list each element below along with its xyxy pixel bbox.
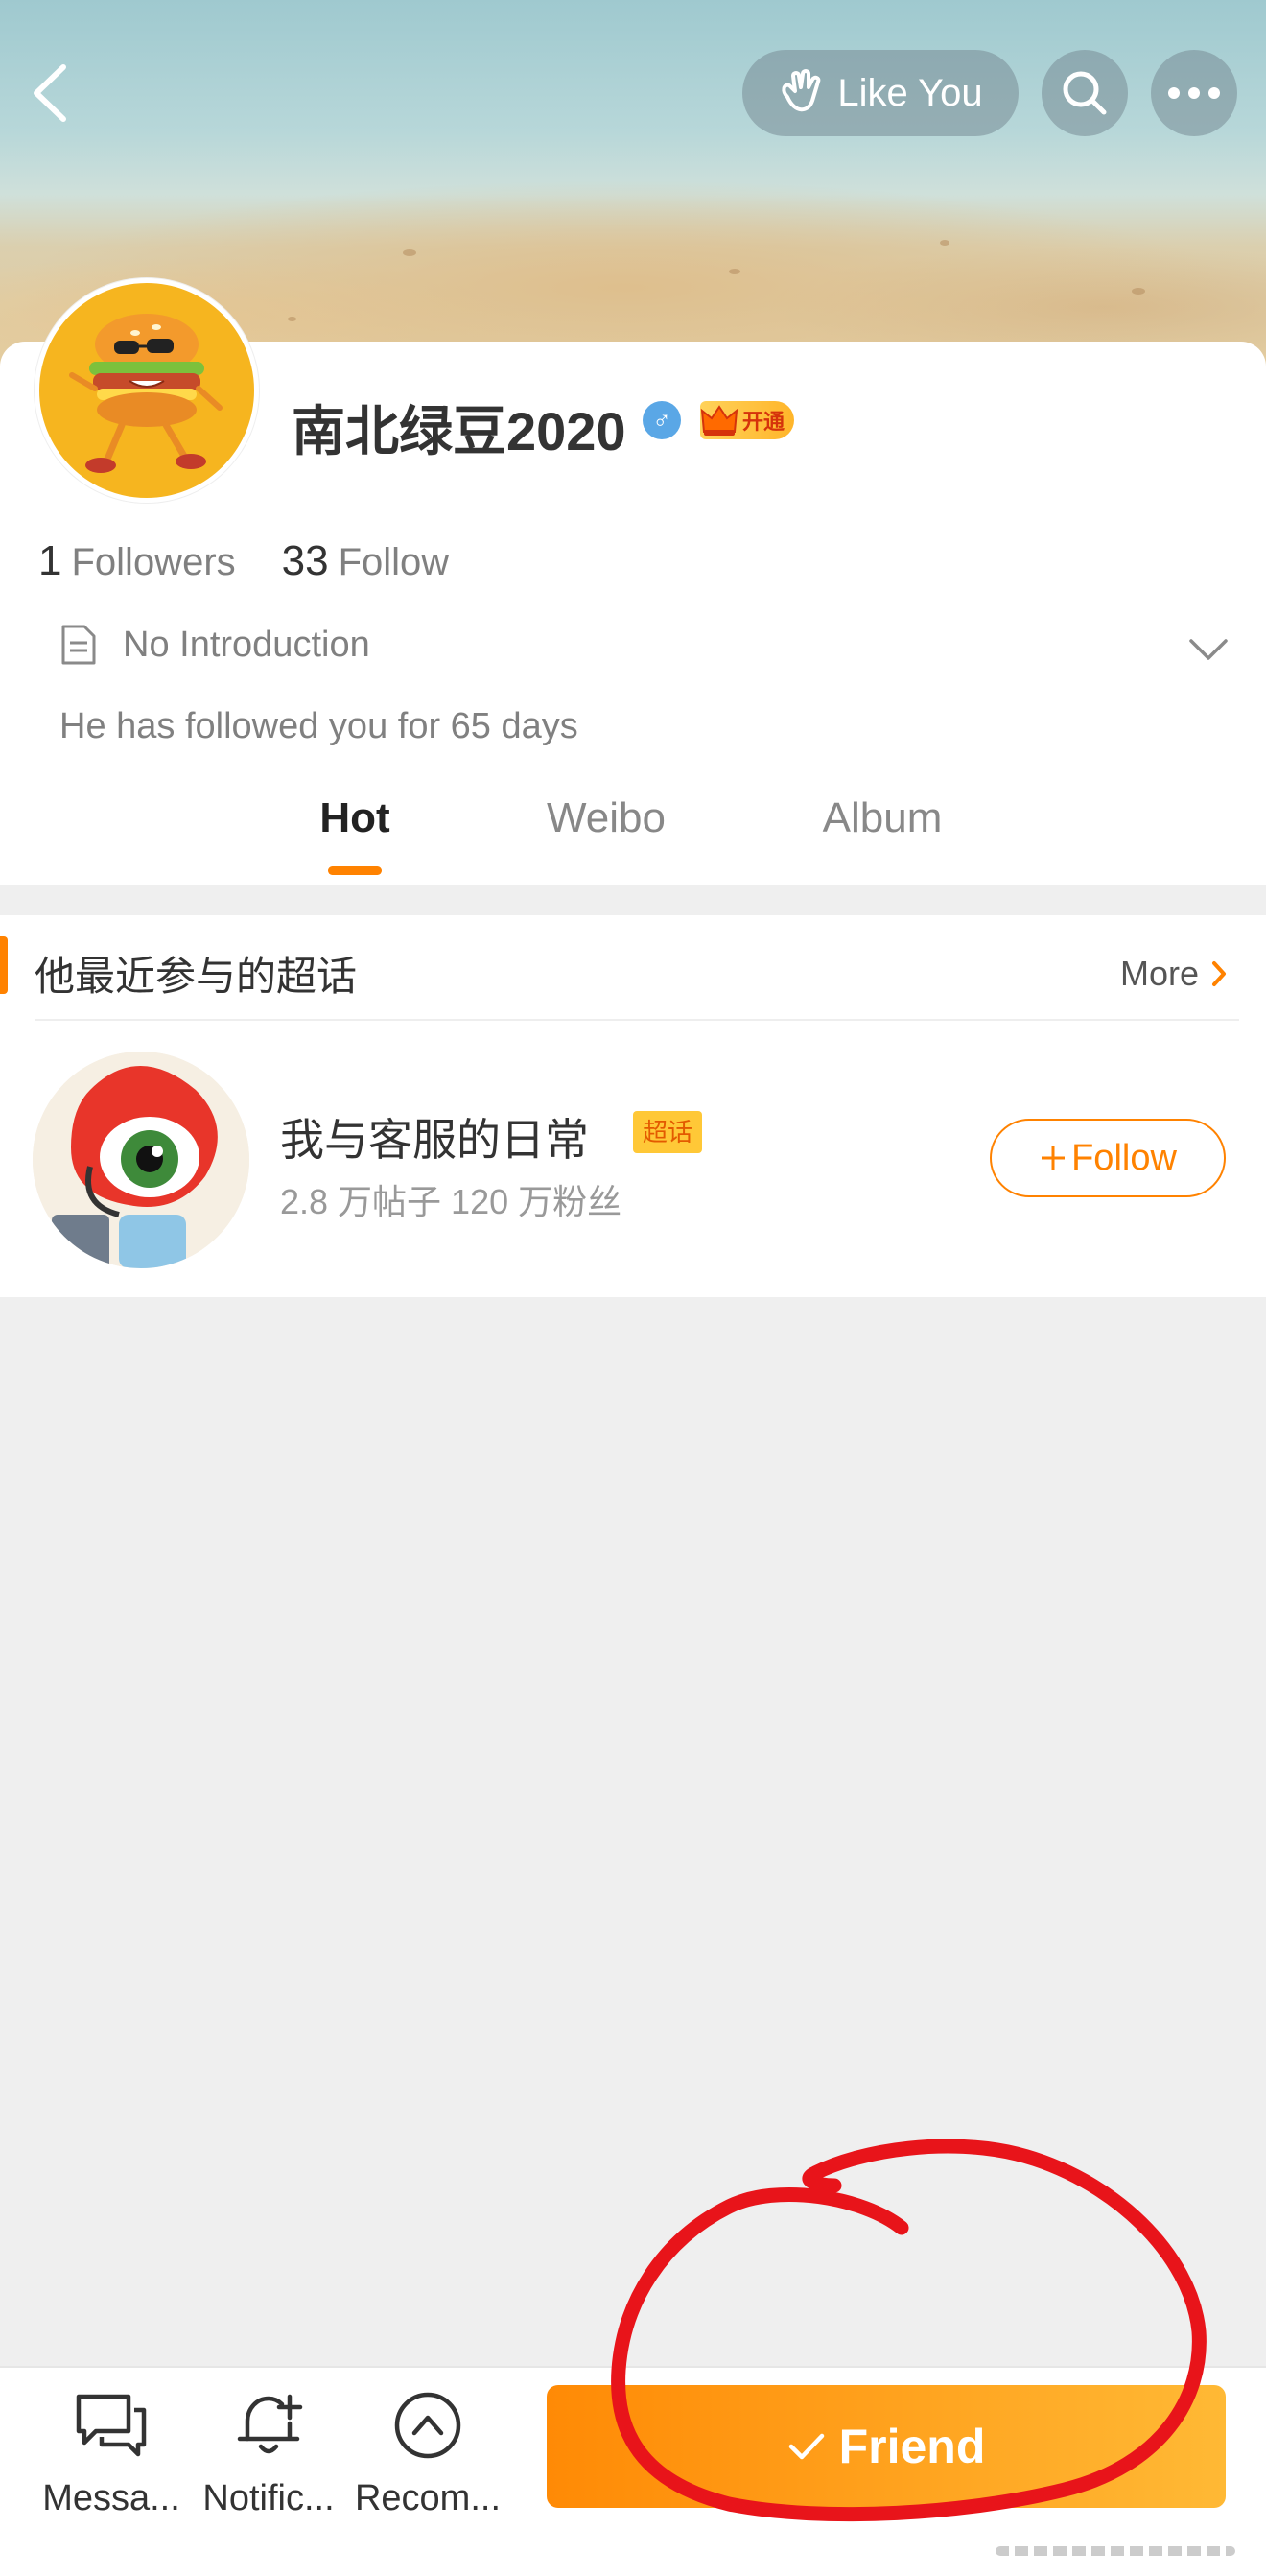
followers-count: 1 (38, 537, 62, 584)
plus-icon (1042, 1146, 1066, 1170)
search-button[interactable] (1042, 50, 1128, 136)
profile-stats: 1 Followers 33 Follow (38, 537, 449, 585)
avatar[interactable] (35, 278, 259, 503)
follow-topic-button[interactable]: Follow (990, 1119, 1226, 1197)
notification-label: Notific... (202, 2478, 335, 2518)
message-label: Messa... (42, 2478, 180, 2518)
chat-bubbles-icon (76, 2394, 147, 2457)
follow-stat[interactable]: 33 Follow (282, 537, 450, 585)
expand-intro-button[interactable] (1187, 633, 1230, 666)
intro-row[interactable]: No Introduction (59, 624, 370, 666)
topic-name[interactable]: 我与客服的日常 (280, 1105, 589, 1169)
document-icon (61, 625, 96, 665)
ellipsis-icon (1168, 87, 1220, 99)
bell-plus-icon (237, 2394, 303, 2454)
topic-stats: 2.8 万帖子 120 万粉丝 (280, 1182, 622, 1221)
follow-count: 33 (281, 537, 329, 584)
more-label: More (1120, 954, 1200, 993)
super-topics-section: 他最近参与的超话 More 我与客服的日常 超话 2.8 万帖子 120 万粉丝… (0, 915, 1266, 1297)
section-divider (35, 1019, 1239, 1021)
follow-topic-label: Follow (1071, 1137, 1177, 1178)
followers-label: Followers (71, 541, 236, 583)
section-accent-bar (0, 936, 8, 994)
weibo-eye-mascot-image (33, 1052, 249, 1268)
recommend-label: Recom... (354, 2478, 502, 2518)
section-title: 他最近参与的超话 (35, 954, 358, 999)
back-button[interactable] (27, 59, 75, 127)
follow-label: Follow (338, 541, 450, 583)
chevron-left-icon (34, 64, 66, 122)
intro-text: No Introduction (123, 624, 370, 665)
recommend-button[interactable]: Recom... (351, 2387, 504, 2519)
bottom-action-bar: Messa... Notific... Recom... Friend (0, 2366, 1266, 2576)
gender-male-icon: ♂ (643, 401, 681, 439)
more-link[interactable]: More (1120, 954, 1228, 994)
chevron-down-icon (1189, 639, 1228, 660)
crown-icon (700, 405, 738, 436)
chevron-up-circle-icon (394, 2392, 461, 2459)
username: 南北绿豆2020 (292, 401, 626, 461)
home-indicator (996, 2546, 1235, 2556)
friend-status-button[interactable]: Friend (547, 2385, 1226, 2508)
message-button[interactable]: Messa... (35, 2387, 188, 2519)
notification-button[interactable]: Notific... (192, 2387, 345, 2519)
topic-thumbnail[interactable] (33, 1052, 249, 1268)
hand-heart-icon (782, 69, 821, 112)
followers-stat[interactable]: 1 Followers (38, 537, 236, 585)
followed-duration-note: He has followed you for 65 days (59, 706, 578, 746)
more-options-button[interactable] (1151, 50, 1237, 136)
tab-album[interactable]: Album (823, 794, 943, 842)
friend-label: Friend (838, 2420, 986, 2473)
profile-tabs: Hot Weibo Album (0, 794, 1266, 881)
like-you-button[interactable]: Like You (742, 50, 1019, 136)
search-icon (1063, 71, 1107, 115)
tab-weibo[interactable]: Weibo (547, 794, 666, 842)
super-topic-tag: 超话 (633, 1111, 702, 1153)
checkmark-icon (788, 2433, 824, 2460)
like-you-label: Like You (837, 71, 983, 114)
vip-badge[interactable]: 开通 (700, 401, 806, 439)
tab-hot[interactable]: Hot (319, 794, 389, 842)
burger-mascot-image (69, 314, 223, 473)
active-tab-indicator (328, 866, 382, 875)
chevron-right-icon (1212, 961, 1227, 986)
